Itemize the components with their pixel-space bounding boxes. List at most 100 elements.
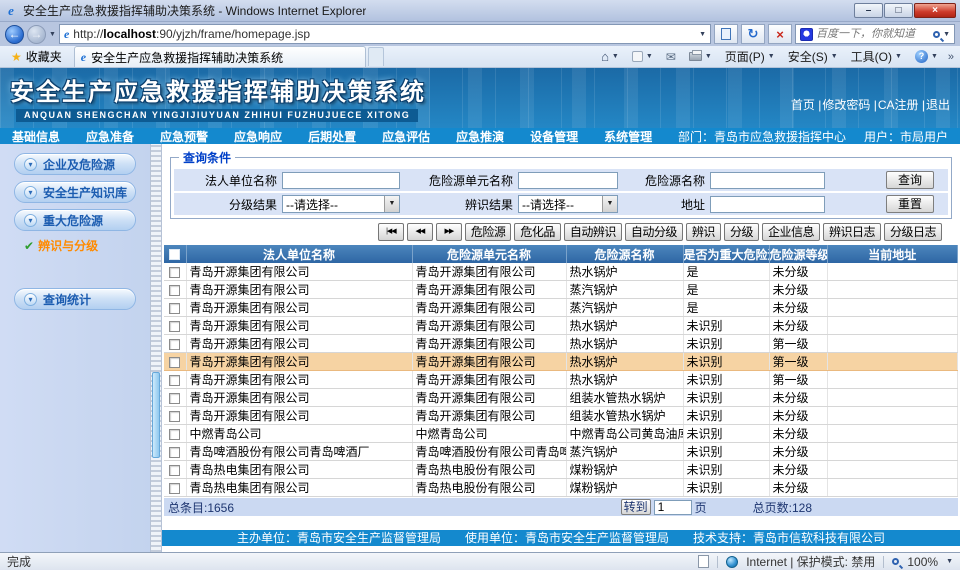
address-dropdown-icon[interactable]: ▼ <box>699 31 706 38</box>
favorites-button[interactable]: ★ 收藏夹 <box>3 47 70 67</box>
window-minimize-button[interactable]: – <box>854 3 883 18</box>
sidebar-group-button[interactable]: ▾ 重大危险源 <box>14 209 136 231</box>
nav-menu-item[interactable]: 应急预警 <box>160 128 208 145</box>
table-row[interactable]: 青岛开源集团有限公司 青岛开源集团有限公司 组装水管热水锅炉 未识别 未分级 <box>164 407 958 425</box>
column-header[interactable]: 危险源等级 <box>769 245 827 263</box>
search-dropdown-icon[interactable]: ▼ <box>943 31 950 38</box>
identify-result-select[interactable]: --请选择--▼ <box>518 195 618 213</box>
forward-button[interactable]: → <box>27 25 46 44</box>
header-link[interactable]: 修改密码 <box>815 98 870 112</box>
zoom-icon[interactable] <box>892 558 899 565</box>
grade-result-select[interactable]: --请选择--▼ <box>282 195 400 213</box>
nav-menu-item[interactable]: 基础信息 <box>12 128 60 145</box>
overflow-chevron-icon[interactable]: » <box>945 51 957 63</box>
compatibility-view-button[interactable] <box>714 24 738 44</box>
tools-menu-button[interactable]: 工具(O)▼ <box>845 47 908 67</box>
feed-button[interactable]: ▼ <box>626 47 659 67</box>
row-checkbox[interactable] <box>169 375 180 386</box>
toolbar-action-button[interactable]: 自动分级 <box>625 223 683 241</box>
help-button[interactable]: ?▼ <box>909 47 944 67</box>
row-checkbox[interactable] <box>169 285 180 296</box>
row-checkbox[interactable] <box>169 339 180 350</box>
column-header[interactable]: 危险源名称 <box>566 245 683 263</box>
table-row[interactable]: 青岛热电集团有限公司 青岛热电股份有限公司 煤粉锅炉 未识别 未分级 <box>164 479 958 497</box>
address-input[interactable]: e http://localhost:90/yjzh/frame/homepag… <box>59 24 711 44</box>
first-page-button[interactable]: |◀◀ <box>378 223 404 241</box>
back-button[interactable]: ← <box>5 25 24 44</box>
hazard-name-input[interactable] <box>710 172 825 189</box>
zoom-dropdown-icon[interactable]: ▼ <box>946 558 953 565</box>
search-icon[interactable] <box>933 31 940 38</box>
query-button[interactable]: 查询 <box>886 171 934 189</box>
row-checkbox[interactable] <box>169 393 180 404</box>
table-row[interactable]: 青岛热电集团有限公司 青岛热电股份有限公司 煤粉锅炉 未识别 未分级 <box>164 461 958 479</box>
header-link[interactable]: 首页 <box>791 98 815 112</box>
sidebar-group-button[interactable]: ▾ 安全生产知识库 <box>14 181 136 203</box>
column-header[interactable]: 当前地址 <box>827 245 958 263</box>
history-dropdown-icon[interactable]: ▼ <box>49 31 56 38</box>
row-checkbox[interactable] <box>169 465 180 476</box>
table-row[interactable]: 青岛开源集团有限公司 青岛开源集团有限公司 热水锅炉 是 未分级 <box>164 263 958 281</box>
pane-splitter[interactable] <box>150 144 162 552</box>
sidebar-group-stats-button[interactable]: ▾ 查询统计 <box>14 288 136 310</box>
window-maximize-button[interactable]: □ <box>884 3 913 18</box>
nav-menu-item[interactable]: 应急响应 <box>234 128 282 145</box>
prev-page-button[interactable]: ◀◀ <box>407 223 433 241</box>
safety-menu-button[interactable]: 安全(S)▼ <box>782 47 844 67</box>
table-row[interactable]: 青岛开源集团有限公司 青岛开源集团有限公司 热水锅炉 未识别 第一级 <box>164 335 958 353</box>
row-checkbox[interactable] <box>169 429 180 440</box>
toolbar-action-button[interactable]: 分级日志 <box>884 223 942 241</box>
row-checkbox[interactable] <box>169 411 180 422</box>
hazard-unit-input[interactable] <box>518 172 618 189</box>
window-close-button[interactable]: × <box>914 3 956 18</box>
nav-menu-item[interactable]: 系统管理 <box>604 128 652 145</box>
refresh-button[interactable]: ↻ <box>741 24 765 44</box>
toolbar-action-button[interactable]: 分级 <box>724 223 759 241</box>
page-number-input[interactable] <box>654 500 692 515</box>
toolbar-action-button[interactable]: 危化品 <box>514 223 561 241</box>
browser-tab[interactable]: e 安全生产应急救援指挥辅助决策系统 <box>74 46 366 67</box>
toolbar-action-button[interactable]: 自动辨识 <box>564 223 622 241</box>
table-row[interactable]: 中燃青岛公司 中燃青岛公司 中燃青岛公司黄岛油库锅炉 未识别 未分级 <box>164 425 958 443</box>
row-checkbox[interactable] <box>169 267 180 278</box>
nav-menu-item[interactable]: 应急推演 <box>456 128 504 145</box>
header-link[interactable]: CA注册 <box>870 98 918 112</box>
row-checkbox[interactable] <box>169 303 180 314</box>
nav-menu-item[interactable]: 后期处置 <box>308 128 356 145</box>
toolbar-action-button[interactable]: 企业信息 <box>762 223 820 241</box>
table-row[interactable]: 青岛开源集团有限公司 青岛开源集团有限公司 组装水管热水锅炉 未识别 未分级 <box>164 389 958 407</box>
search-input[interactable] <box>816 28 930 40</box>
goto-page-button[interactable]: 转到 <box>621 499 651 515</box>
corp-name-input[interactable] <box>282 172 400 189</box>
table-row[interactable]: 青岛开源集团有限公司 青岛开源集团有限公司 热水锅炉 未识别 第一级 <box>164 353 958 371</box>
table-row[interactable]: 青岛啤酒股份有限公司青岛啤酒厂 青岛啤酒股份有限公司青岛啤酒厂 蒸汽锅炉 未识别… <box>164 443 958 461</box>
toolbar-action-button[interactable]: 辨识日志 <box>823 223 881 241</box>
row-checkbox[interactable] <box>169 321 180 332</box>
nav-menu-item[interactable]: 设备管理 <box>530 128 578 145</box>
splitter-handle[interactable] <box>152 372 160 458</box>
table-row[interactable]: 青岛开源集团有限公司 青岛开源集团有限公司 蒸汽锅炉 是 未分级 <box>164 281 958 299</box>
row-checkbox[interactable] <box>169 447 180 458</box>
table-row[interactable]: 青岛开源集团有限公司 青岛开源集团有限公司 热水锅炉 未识别 未分级 <box>164 317 958 335</box>
stop-button[interactable]: × <box>768 24 792 44</box>
column-header[interactable]: 危险源单元名称 <box>412 245 566 263</box>
page-menu-button[interactable]: 页面(P)▼ <box>719 47 781 67</box>
column-header[interactable]: 法人单位名称 <box>186 245 412 263</box>
table-row[interactable]: 青岛开源集团有限公司 青岛开源集团有限公司 热水锅炉 未识别 第一级 <box>164 371 958 389</box>
select-all-checkbox[interactable] <box>169 249 180 260</box>
nav-menu-item[interactable]: 应急评估 <box>382 128 430 145</box>
reset-button[interactable]: 重置 <box>886 195 934 213</box>
row-checkbox[interactable] <box>169 357 180 368</box>
new-tab-stub[interactable] <box>368 47 384 66</box>
next-page-button[interactable]: ▶▶ <box>436 223 462 241</box>
row-checkbox[interactable] <box>169 483 180 494</box>
table-row[interactable]: 青岛开源集团有限公司 青岛开源集团有限公司 蒸汽锅炉 是 未分级 <box>164 299 958 317</box>
read-mail-button[interactable]: ✉ <box>660 47 682 67</box>
sidebar-group-button[interactable]: ▾ 企业及危险源 <box>14 153 136 175</box>
home-button[interactable]: ⌂▼ <box>595 47 625 67</box>
column-header[interactable]: 是否为重大危险源 <box>683 245 769 263</box>
header-link[interactable]: 退出 <box>919 98 950 112</box>
nav-menu-item[interactable]: 应急准备 <box>86 128 134 145</box>
address-input[interactable] <box>710 196 825 213</box>
print-button[interactable]: ▼ <box>683 47 718 67</box>
